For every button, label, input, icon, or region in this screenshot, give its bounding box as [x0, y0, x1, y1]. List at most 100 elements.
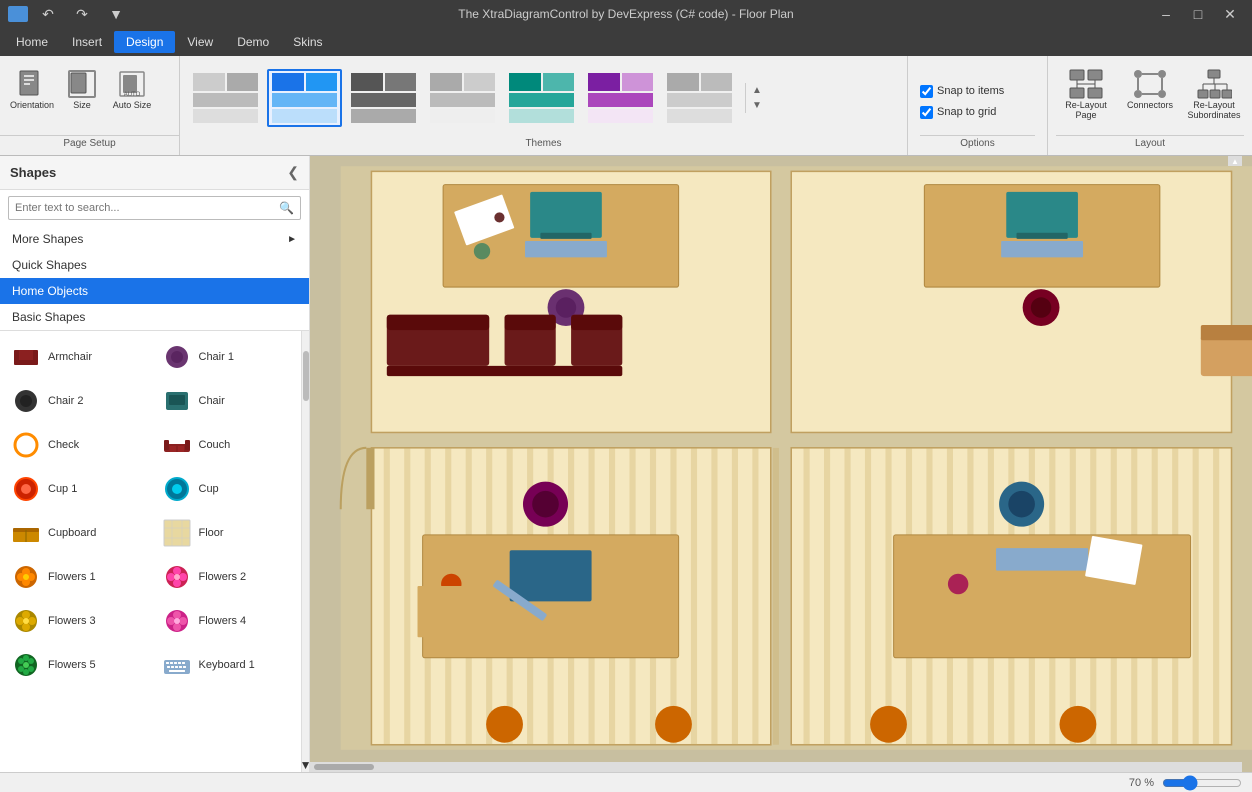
sidebar: Shapes ❮ 🔍 More Shapes ► Quick Shapes Ho…	[0, 156, 310, 772]
snap-to-items-row[interactable]: Snap to items	[920, 85, 1035, 98]
search-icon: 🔍	[273, 197, 300, 219]
size-button[interactable]: Size	[58, 64, 106, 114]
shape-item-cupboard[interactable]: Cupboard	[0, 511, 151, 555]
close-button[interactable]: ✕	[1216, 5, 1244, 23]
connectors-label: Connectors	[1127, 100, 1173, 110]
shape-name-flowers2: Flowers 2	[199, 571, 247, 583]
menu-insert[interactable]: Insert	[60, 31, 114, 53]
shape-name-keyboard1: Keyboard 1	[199, 659, 255, 671]
minimize-button[interactable]: –	[1152, 5, 1180, 23]
shape-thumb-chair2	[10, 385, 42, 417]
nav-quick-shapes[interactable]: Quick Shapes	[0, 252, 309, 278]
theme-btn-6[interactable]	[583, 69, 658, 127]
redo-button[interactable]: ↷	[68, 5, 96, 23]
shape-name-cupboard: Cupboard	[48, 527, 96, 539]
shapes-nav: More Shapes ► Quick Shapes Home Objects …	[0, 226, 309, 331]
shape-name-flowers4: Flowers 4	[199, 615, 247, 627]
auto-size-icon: AUTO	[116, 68, 148, 100]
shape-name-floor: Floor	[199, 527, 224, 539]
page-setup-section: Orientation Size AUTO Auto Size Page Set…	[0, 56, 180, 155]
menu-demo[interactable]: Demo	[225, 31, 281, 53]
title-bar: ↶ ↷ ▼ The XtraDiagramControl by DevExpre…	[0, 0, 1252, 28]
theme-btn-5[interactable]	[504, 69, 579, 127]
theme-btn-7[interactable]	[662, 69, 737, 127]
menu-skins[interactable]: Skins	[281, 31, 334, 53]
shape-thumb-chair1	[161, 341, 193, 373]
shape-item-keyboard1[interactable]: Keyboard 1	[151, 643, 302, 687]
customize-button[interactable]: ▼	[102, 5, 130, 23]
floor-plan-canvas[interactable]	[310, 156, 1252, 762]
sidebar-close-button[interactable]: ❮	[287, 164, 299, 181]
menu-home[interactable]: Home	[4, 31, 60, 53]
shapes-scrollbar-thumb[interactable]	[303, 351, 309, 401]
auto-size-label: Auto Size	[113, 100, 152, 110]
shape-thumb-chair	[161, 385, 193, 417]
shape-item-flowers1[interactable]: Flowers 1	[0, 555, 151, 599]
layout-section: Re-LayoutPage Connectors	[1048, 56, 1252, 155]
relayout-page-icon	[1068, 68, 1104, 100]
shape-item-chair2[interactable]: Chair 2	[0, 379, 151, 423]
shape-item-chair1[interactable]: Chair 1	[151, 335, 302, 379]
shape-item-cup[interactable]: Cup	[151, 467, 302, 511]
snap-to-items-checkbox[interactable]	[920, 85, 933, 98]
shape-item-floor[interactable]: Floor	[151, 511, 302, 555]
canvas-scroll-thumb[interactable]	[314, 764, 374, 770]
shape-name-chair1: Chair 1	[199, 351, 234, 363]
shape-name-flowers5: Flowers 5	[48, 659, 96, 671]
shape-item-armchair[interactable]: Armchair	[0, 335, 151, 379]
snap-to-grid-label: Snap to grid	[937, 106, 996, 118]
scroll-down-btn[interactable]: ▼	[302, 758, 309, 772]
snap-to-grid-row[interactable]: Snap to grid	[920, 106, 1035, 119]
search-box: 🔍	[8, 196, 301, 220]
zoom-slider[interactable]	[1162, 779, 1242, 787]
theme-btn-4[interactable]	[425, 69, 500, 127]
relayout-sub-icon	[1196, 68, 1232, 100]
connectors-button[interactable]: Connectors	[1120, 64, 1180, 114]
nav-basic-shapes[interactable]: Basic Shapes	[0, 304, 309, 330]
shape-item-check[interactable]: Check	[0, 423, 151, 467]
shape-name-check: Check	[48, 439, 79, 451]
shapes-list: ▼ Armchair Chair 1	[0, 331, 309, 772]
themes-scroll-down[interactable]: ▼	[750, 98, 764, 113]
shape-item-couch[interactable]: Couch	[151, 423, 302, 467]
menu-view[interactable]: View	[175, 31, 225, 53]
search-input[interactable]	[9, 198, 273, 218]
shape-thumb-flowers5	[10, 649, 42, 681]
snap-to-grid-checkbox[interactable]	[920, 106, 933, 119]
theme-btn-2[interactable]	[267, 69, 342, 127]
canvas-area[interactable]: ▲ ▼	[310, 156, 1252, 772]
menu-bar: Home Insert Design View Demo Skins	[0, 28, 1252, 56]
shape-item-flowers2[interactable]: Flowers 2	[151, 555, 302, 599]
shape-thumb-flowers1	[10, 561, 42, 593]
shape-name-flowers3: Flowers 3	[48, 615, 96, 627]
nav-more-shapes[interactable]: More Shapes ►	[0, 226, 309, 252]
themes-scroll-up[interactable]: ▲	[750, 83, 764, 98]
menu-design[interactable]: Design	[114, 31, 175, 53]
more-shapes-arrow: ►	[287, 234, 297, 245]
shape-item-chair[interactable]: Chair	[151, 379, 302, 423]
theme-btn-1[interactable]	[188, 69, 263, 127]
orientation-button[interactable]: Orientation	[8, 64, 56, 114]
shape-item-flowers4[interactable]: Flowers 4	[151, 599, 302, 643]
size-icon	[66, 68, 98, 100]
undo-button[interactable]: ↶	[34, 5, 62, 23]
auto-size-button[interactable]: AUTO Auto Size	[108, 64, 156, 114]
relayout-sub-label: Re-LayoutSubordinates	[1187, 100, 1240, 120]
shape-item-flowers3[interactable]: Flowers 3	[0, 599, 151, 643]
canvas-bottom-scrollbar[interactable]	[310, 762, 1238, 772]
shape-thumb-armchair	[10, 341, 42, 373]
svg-text:AUTO: AUTO	[124, 92, 141, 98]
relayout-page-button[interactable]: Re-LayoutPage	[1056, 64, 1116, 124]
shape-thumb-flowers2	[161, 561, 193, 593]
theme-btn-3[interactable]	[346, 69, 421, 127]
shapes-grid: Armchair Chair 1 Chair 2	[0, 335, 309, 687]
relayout-subordinates-button[interactable]: Re-LayoutSubordinates	[1184, 64, 1244, 124]
nav-home-objects[interactable]: Home Objects	[0, 278, 309, 304]
shapes-scrollbar-track[interactable]: ▼	[301, 331, 309, 772]
relayout-page-label: Re-LayoutPage	[1065, 100, 1107, 120]
shape-name-chair2: Chair 2	[48, 395, 83, 407]
canvas-scroll-up[interactable]: ▲	[1228, 156, 1242, 166]
shape-item-cup1[interactable]: Cup 1	[0, 467, 151, 511]
maximize-button[interactable]: □	[1184, 5, 1212, 23]
shape-item-flowers5[interactable]: Flowers 5	[0, 643, 151, 687]
